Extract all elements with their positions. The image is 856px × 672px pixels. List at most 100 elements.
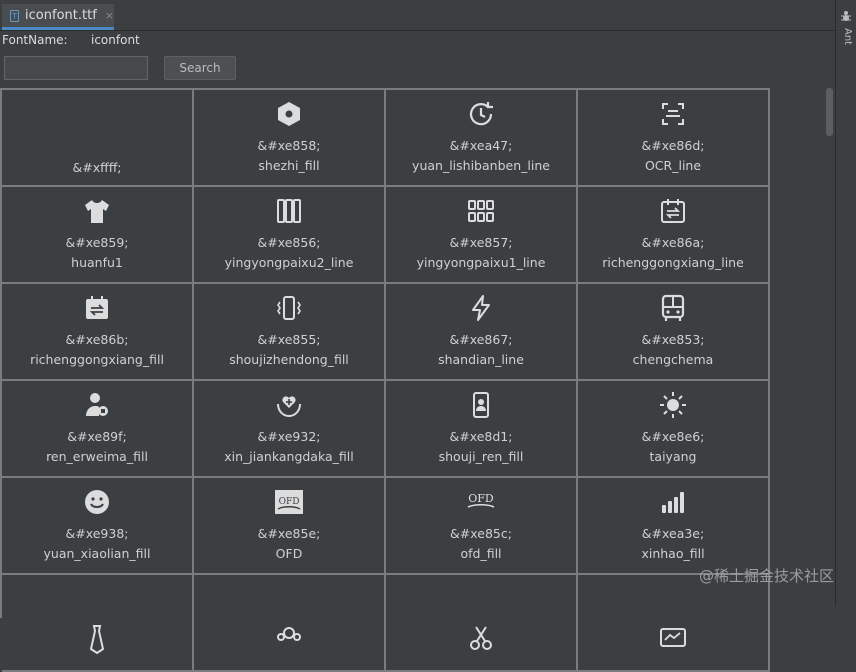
search-button[interactable]: Search <box>164 56 236 80</box>
close-icon[interactable]: × <box>105 9 114 22</box>
glyph-cell[interactable] <box>578 575 770 672</box>
glyph-code: &#xe867; <box>449 332 513 347</box>
glyph-name: richenggongxiang_line <box>602 255 744 270</box>
font-name-row: FontName: iconfont <box>2 33 140 47</box>
glyph-cell[interactable]: &#xe932; xin_jiankangdaka_fill <box>194 381 386 478</box>
glyph-code: &#xe855; <box>257 332 321 347</box>
bus-icon <box>658 293 688 323</box>
font-name-label: FontName: <box>2 33 68 47</box>
glyph-code: &#xe859; <box>65 235 129 250</box>
glyph-cell[interactable]: &#xea3e; xinhao_fill <box>578 478 770 575</box>
tshirt-icon <box>82 196 112 226</box>
ant-tool-label[interactable]: Ant <box>842 28 853 45</box>
glyph-name: shouji_ren_fill <box>438 449 524 464</box>
glyph-code: &#xe858; <box>257 138 321 153</box>
glyph-cell[interactable]: &#xe89f; ren_erweima_fill <box>2 381 194 478</box>
font-file-icon: T <box>10 9 20 22</box>
glyph-code: &#xe86a; <box>641 235 705 250</box>
glyph-cell[interactable] <box>2 575 194 672</box>
glyph-name: shezhi_fill <box>258 158 320 173</box>
history-clock-icon <box>466 99 496 129</box>
watermark: @稀土掘金技术社区 <box>698 567 834 585</box>
signal-bars-icon <box>658 487 688 517</box>
glyph-code: &#xe8e6; <box>641 429 705 444</box>
glyph-cell[interactable]: &#xe859; huanfu1 <box>2 187 194 284</box>
glyph-code: &#xe857; <box>449 235 513 250</box>
smiley-icon <box>82 487 112 517</box>
phone-person-icon <box>466 390 496 420</box>
blank-glyph <box>82 121 112 151</box>
heart-hands-icon <box>274 390 304 420</box>
ofd-box-icon: OFD <box>274 487 304 517</box>
glyph-cell[interactable]: OFD &#xe85c; ofd_fill <box>386 478 578 575</box>
glyph-code: &#xe89f; <box>67 429 127 444</box>
glyph-code: &#xea47; <box>449 138 513 153</box>
group-icon <box>274 624 304 654</box>
glyph-name: shoujizhendong_fill <box>229 352 349 367</box>
search-input[interactable] <box>4 56 148 80</box>
glyph-name: yuan_xiaolian_fill <box>43 546 151 561</box>
ant-icon[interactable] <box>840 10 852 22</box>
glyph-code: &#xe86b; <box>65 332 129 347</box>
person-badge-icon <box>82 390 112 420</box>
glyph-cell[interactable]: &#xea47; yuan_lishibanben_line <box>386 90 578 187</box>
glyph-name: ofd_fill <box>460 546 502 561</box>
glyph-cell[interactable]: &#xe853; chengchema <box>578 284 770 381</box>
glyph-name: taiyang <box>649 449 697 464</box>
glyph-name: OFD <box>275 546 303 561</box>
glyph-cell[interactable]: &#xe938; yuan_xiaolian_fill <box>2 478 194 575</box>
lightning-icon <box>466 293 496 323</box>
three-columns-icon <box>274 196 304 226</box>
scissors-icon <box>466 624 496 654</box>
phone-vibrate-icon <box>274 293 304 323</box>
glyph-cell[interactable]: &#xe856; yingyongpaixu2_line <box>194 187 386 284</box>
glyph-code: &#xe85e; <box>257 526 321 541</box>
ofd-text-icon: OFD <box>466 487 496 517</box>
sun-icon <box>658 390 688 420</box>
scrollbar-track[interactable] <box>822 88 832 606</box>
glyph-cell[interactable]: &#xffff; <box>2 90 194 187</box>
calendar-share-icon <box>658 196 688 226</box>
glyph-cell[interactable]: &#xe86a; richenggongxiang_line <box>578 187 770 284</box>
glyph-name: yuan_lishibanben_line <box>412 158 550 173</box>
glyph-name: xin_jiankangdaka_fill <box>224 449 354 464</box>
glyph-code: &#xe932; <box>257 429 321 444</box>
glyph-name: yingyongpaixu1_line <box>416 255 546 270</box>
hexagon-settings-icon <box>274 99 304 129</box>
glyph-cell[interactable]: &#xe855; shoujizhendong_fill <box>194 284 386 381</box>
glyph-code: &#xe938; <box>65 526 129 541</box>
monitor-icon <box>658 624 688 654</box>
glyph-cell[interactable] <box>194 575 386 672</box>
svg-text:OFD: OFD <box>468 492 494 505</box>
glyph-cell[interactable]: &#xe867; shandian_line <box>386 284 578 381</box>
glyph-name: ren_erweima_fill <box>46 449 148 464</box>
scrollbar-thumb[interactable] <box>826 88 833 136</box>
glyph-name: shandian_line <box>438 352 524 367</box>
right-tool-strip: Ant <box>835 0 856 606</box>
glyph-code: &#xe856; <box>257 235 321 250</box>
glyph-cell[interactable]: &#xe857; yingyongpaixu1_line <box>386 187 578 284</box>
glyph-name: yingyongpaixu2_line <box>224 255 354 270</box>
svg-text:OFD: OFD <box>279 497 300 507</box>
ocr-scan-icon <box>658 99 688 129</box>
glyph-cell[interactable]: &#xe8d1; shouji_ren_fill <box>386 381 578 478</box>
tie-icon <box>82 624 112 654</box>
tab-title: iconfont.ttf <box>25 8 97 23</box>
glyph-code: &#xffff; <box>72 160 122 175</box>
glyph-cell[interactable]: &#xe858; shezhi_fill <box>194 90 386 187</box>
editor-tab-bar: T iconfont.ttf × <box>0 0 836 31</box>
tab-iconfont-ttf[interactable]: T iconfont.ttf × <box>2 4 114 30</box>
calendar-share-fill-icon <box>82 293 112 323</box>
glyph-code: &#xe86d; <box>641 138 705 153</box>
glyph-cell[interactable]: &#xe8e6; taiyang <box>578 381 770 478</box>
glyph-name: chengchema <box>632 352 714 367</box>
glyph-cell[interactable] <box>386 575 578 672</box>
glyph-cell[interactable]: OFD &#xe85e; OFD <box>194 478 386 575</box>
glyph-code: &#xe8d1; <box>449 429 513 444</box>
glyph-code: &#xe85c; <box>450 526 512 541</box>
glyph-grid: &#xffff; &#xe858; shezhi_fill &#xea47; yuan_… <box>0 88 770 672</box>
glyph-cell[interactable]: &#xe86b; richenggongxiang_fill <box>2 284 194 381</box>
glyph-name: huanfu1 <box>71 255 123 270</box>
glyph-cell[interactable]: &#xe86d; OCR_line <box>578 90 770 187</box>
glyph-name: OCR_line <box>644 158 702 173</box>
